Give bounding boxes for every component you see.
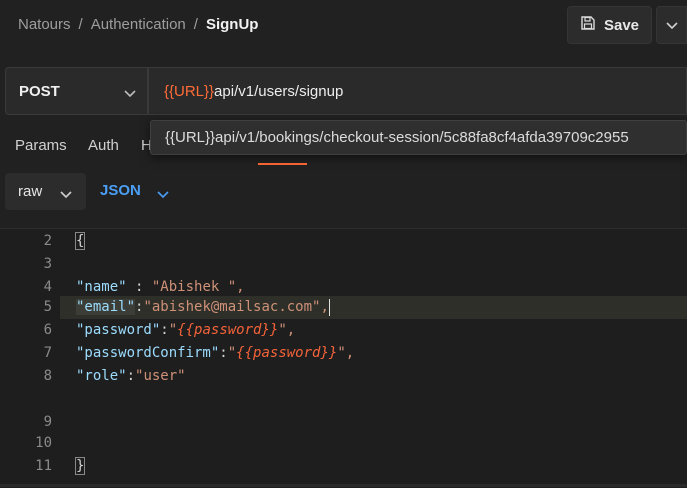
active-tab-indicator: [258, 163, 307, 165]
chevron-down-icon: [60, 186, 72, 203]
json-quote: ": [227, 345, 237, 361]
line-number: 8: [43, 368, 52, 384]
chevron-down-icon: [124, 85, 136, 102]
code-line: }: [74, 455, 86, 478]
code-line: "password":"{{password}}",: [76, 319, 295, 342]
save-icon: [580, 15, 596, 35]
json-value: "user": [135, 368, 186, 384]
chevron-down-icon: [665, 17, 678, 33]
breadcrumb-separator: /: [193, 16, 198, 33]
json-quote: ",: [278, 322, 296, 338]
chevron-down-icon[interactable]: [157, 186, 169, 202]
code-line: "role":"user": [76, 365, 186, 388]
method-label: POST: [19, 82, 60, 100]
body-mode-label: raw: [18, 183, 43, 200]
json-key: "name": [76, 279, 127, 295]
text-cursor: [328, 298, 330, 316]
json-separator: :: [126, 368, 136, 384]
line-number: 10: [35, 435, 52, 451]
save-options-button[interactable]: [656, 6, 687, 44]
url-path: api/v1/users/signup: [214, 82, 344, 100]
environment-variable: {{password}}: [177, 322, 279, 338]
line-number: 6: [43, 322, 52, 338]
url-variable: {{URL}}: [164, 82, 215, 100]
json-value: "Abishek ",: [151, 279, 245, 295]
url-suggestion-item[interactable]: {{URL}}api/v1/bookings/checkout-session/…: [150, 120, 687, 155]
code-line: {: [74, 230, 86, 253]
environment-variable: {{password}}: [236, 345, 338, 361]
tab-params[interactable]: Params: [15, 137, 67, 154]
line-number: 11: [35, 458, 52, 474]
close-brace: }: [74, 457, 86, 475]
json-key: "role": [76, 368, 127, 384]
line-number: 5: [43, 299, 52, 315]
breadcrumb-collection[interactable]: Natours: [18, 16, 71, 33]
json-quote: ": [168, 322, 178, 338]
url-input[interactable]: {{URL}} api/v1/users/signup: [148, 67, 687, 115]
tab-auth[interactable]: Auth: [88, 137, 119, 154]
json-key: "email": [76, 299, 136, 315]
save-button[interactable]: Save: [567, 6, 652, 44]
save-label: Save: [603, 16, 640, 34]
json-separator: :: [219, 345, 228, 361]
body-editor[interactable]: 2 3 4 5 6 7 8 9 9 10 11 8 { "name" : "Ab…: [0, 228, 687, 488]
line-number: 9: [43, 414, 52, 430]
line-number: 2: [43, 233, 52, 249]
breadcrumb-request-name[interactable]: SignUp: [206, 16, 259, 33]
line-number: 7: [43, 345, 52, 361]
method-select[interactable]: POST: [5, 67, 148, 115]
code-line: "passwordConfirm":"{{password}}",: [76, 342, 354, 365]
code-line: "email":"abishek@mailsac.com",: [76, 296, 330, 319]
body-language-select[interactable]: JSON: [100, 182, 141, 199]
json-key: "password": [76, 322, 161, 338]
json-separator: :: [126, 279, 152, 295]
breadcrumb-separator: /: [78, 16, 83, 33]
json-key: "passwordConfirm": [76, 345, 220, 361]
body-mode-select[interactable]: raw: [5, 173, 86, 210]
open-brace: {: [74, 232, 86, 250]
json-value: "abishek@mailsac.com",: [143, 299, 329, 315]
json-separator: :: [160, 322, 169, 338]
line-number: 3: [43, 256, 52, 272]
json-quote: ",: [337, 345, 355, 361]
breadcrumb-folder[interactable]: Authentication: [91, 16, 186, 33]
breadcrumb: Natours / Authentication / SignUp: [18, 16, 258, 33]
